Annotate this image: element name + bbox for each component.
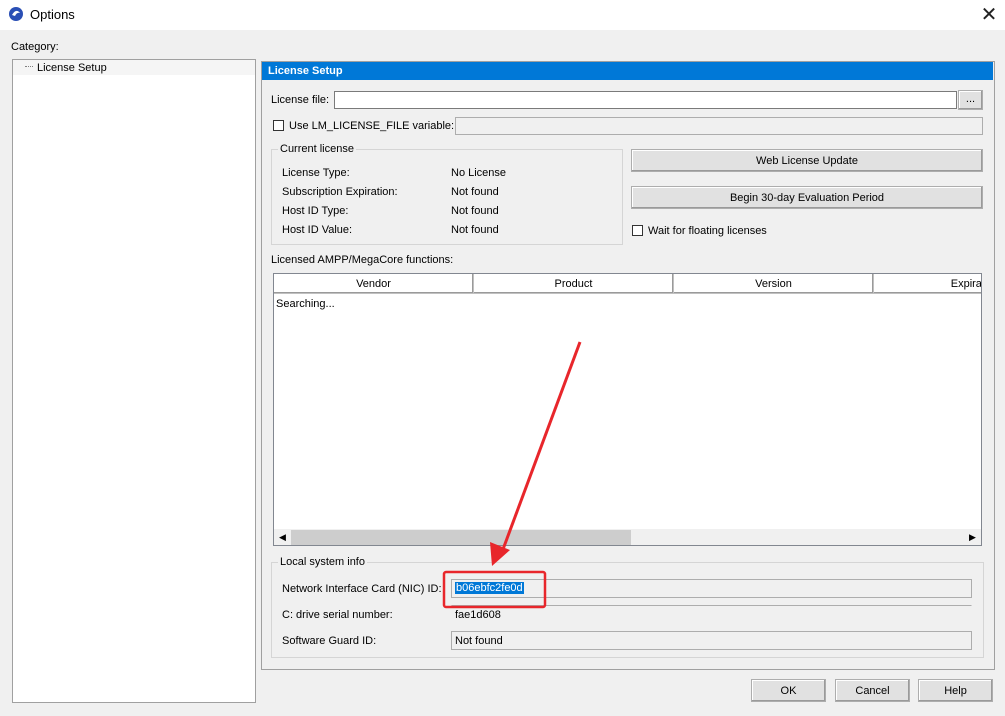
category-tree[interactable]: License Setup xyxy=(12,59,256,703)
annotation-arrow-line xyxy=(500,341,582,553)
column-header-product[interactable]: Product xyxy=(474,274,674,294)
column-header-expiration[interactable]: Expirat xyxy=(874,274,981,294)
subscription-expiration-value: Not found xyxy=(451,186,499,198)
drive-serial-label: C: drive serial number: xyxy=(282,609,393,621)
section-header: License Setup xyxy=(262,62,993,80)
host-id-type-label: Host ID Type: xyxy=(282,205,349,217)
annotation-arrow-head xyxy=(490,542,510,566)
ok-button[interactable]: OK xyxy=(751,679,826,702)
window-title: Options xyxy=(30,7,75,22)
column-header-vendor[interactable]: Vendor xyxy=(274,274,474,294)
subscription-expiration-label: Subscription Expiration: xyxy=(282,186,398,198)
title-bar xyxy=(0,0,1005,30)
host-id-type-value: Not found xyxy=(451,205,499,217)
table-status: Searching... xyxy=(276,298,335,310)
host-id-value-value: Not found xyxy=(451,224,499,236)
category-label: Category: xyxy=(11,41,59,53)
license-file-label: License file: xyxy=(271,94,330,106)
current-license-title: Current license xyxy=(278,143,356,155)
license-type-value: No License xyxy=(451,167,507,179)
app-icon xyxy=(9,7,23,21)
local-info-title: Local system info xyxy=(278,556,367,568)
license-file-input[interactable] xyxy=(334,91,957,109)
scroll-right-icon[interactable]: ▶ xyxy=(964,529,981,545)
software-guard-label: Software Guard ID: xyxy=(282,635,377,647)
annotation-overlay xyxy=(442,341,582,609)
host-id-value-label: Host ID Value: xyxy=(282,224,353,236)
cancel-button[interactable]: Cancel xyxy=(835,679,910,702)
software-guard-value: Not found xyxy=(455,635,503,647)
tree-item-license-setup[interactable]: License Setup xyxy=(35,62,109,74)
license-type-label: License Type: xyxy=(282,167,350,179)
floating-licenses-label: Wait for floating licenses xyxy=(648,225,767,237)
close-icon: ✕ xyxy=(980,4,998,26)
horizontal-scrollbar[interactable]: ◀ ▶ xyxy=(274,529,981,545)
software-guard-field: Not found xyxy=(451,631,972,650)
lm-license-label: Use LM_LICENSE_FILE variable: xyxy=(289,120,455,132)
close-button[interactable]: ✕ xyxy=(975,2,1003,28)
functions-label: Licensed AMPP/MegaCore functions: xyxy=(271,254,454,266)
annotation-highlight-box xyxy=(442,570,547,609)
scroll-left-icon[interactable]: ◀ xyxy=(274,529,291,545)
nic-label: Network Interface Card (NIC) ID: xyxy=(282,583,442,595)
browse-button[interactable]: ... xyxy=(958,90,983,110)
floating-licenses-checkbox[interactable] xyxy=(632,225,643,236)
lm-license-checkbox[interactable] xyxy=(273,120,284,131)
lm-license-field xyxy=(455,117,983,135)
web-license-update-button[interactable]: Web License Update xyxy=(631,149,983,172)
help-button[interactable]: Help xyxy=(918,679,993,702)
tree-connector xyxy=(25,66,33,68)
column-header-version[interactable]: Version xyxy=(674,274,874,294)
evaluation-period-button[interactable]: Begin 30-day Evaluation Period xyxy=(631,186,983,209)
functions-table[interactable]: Vendor Product Version Expirat Searching… xyxy=(273,273,982,546)
